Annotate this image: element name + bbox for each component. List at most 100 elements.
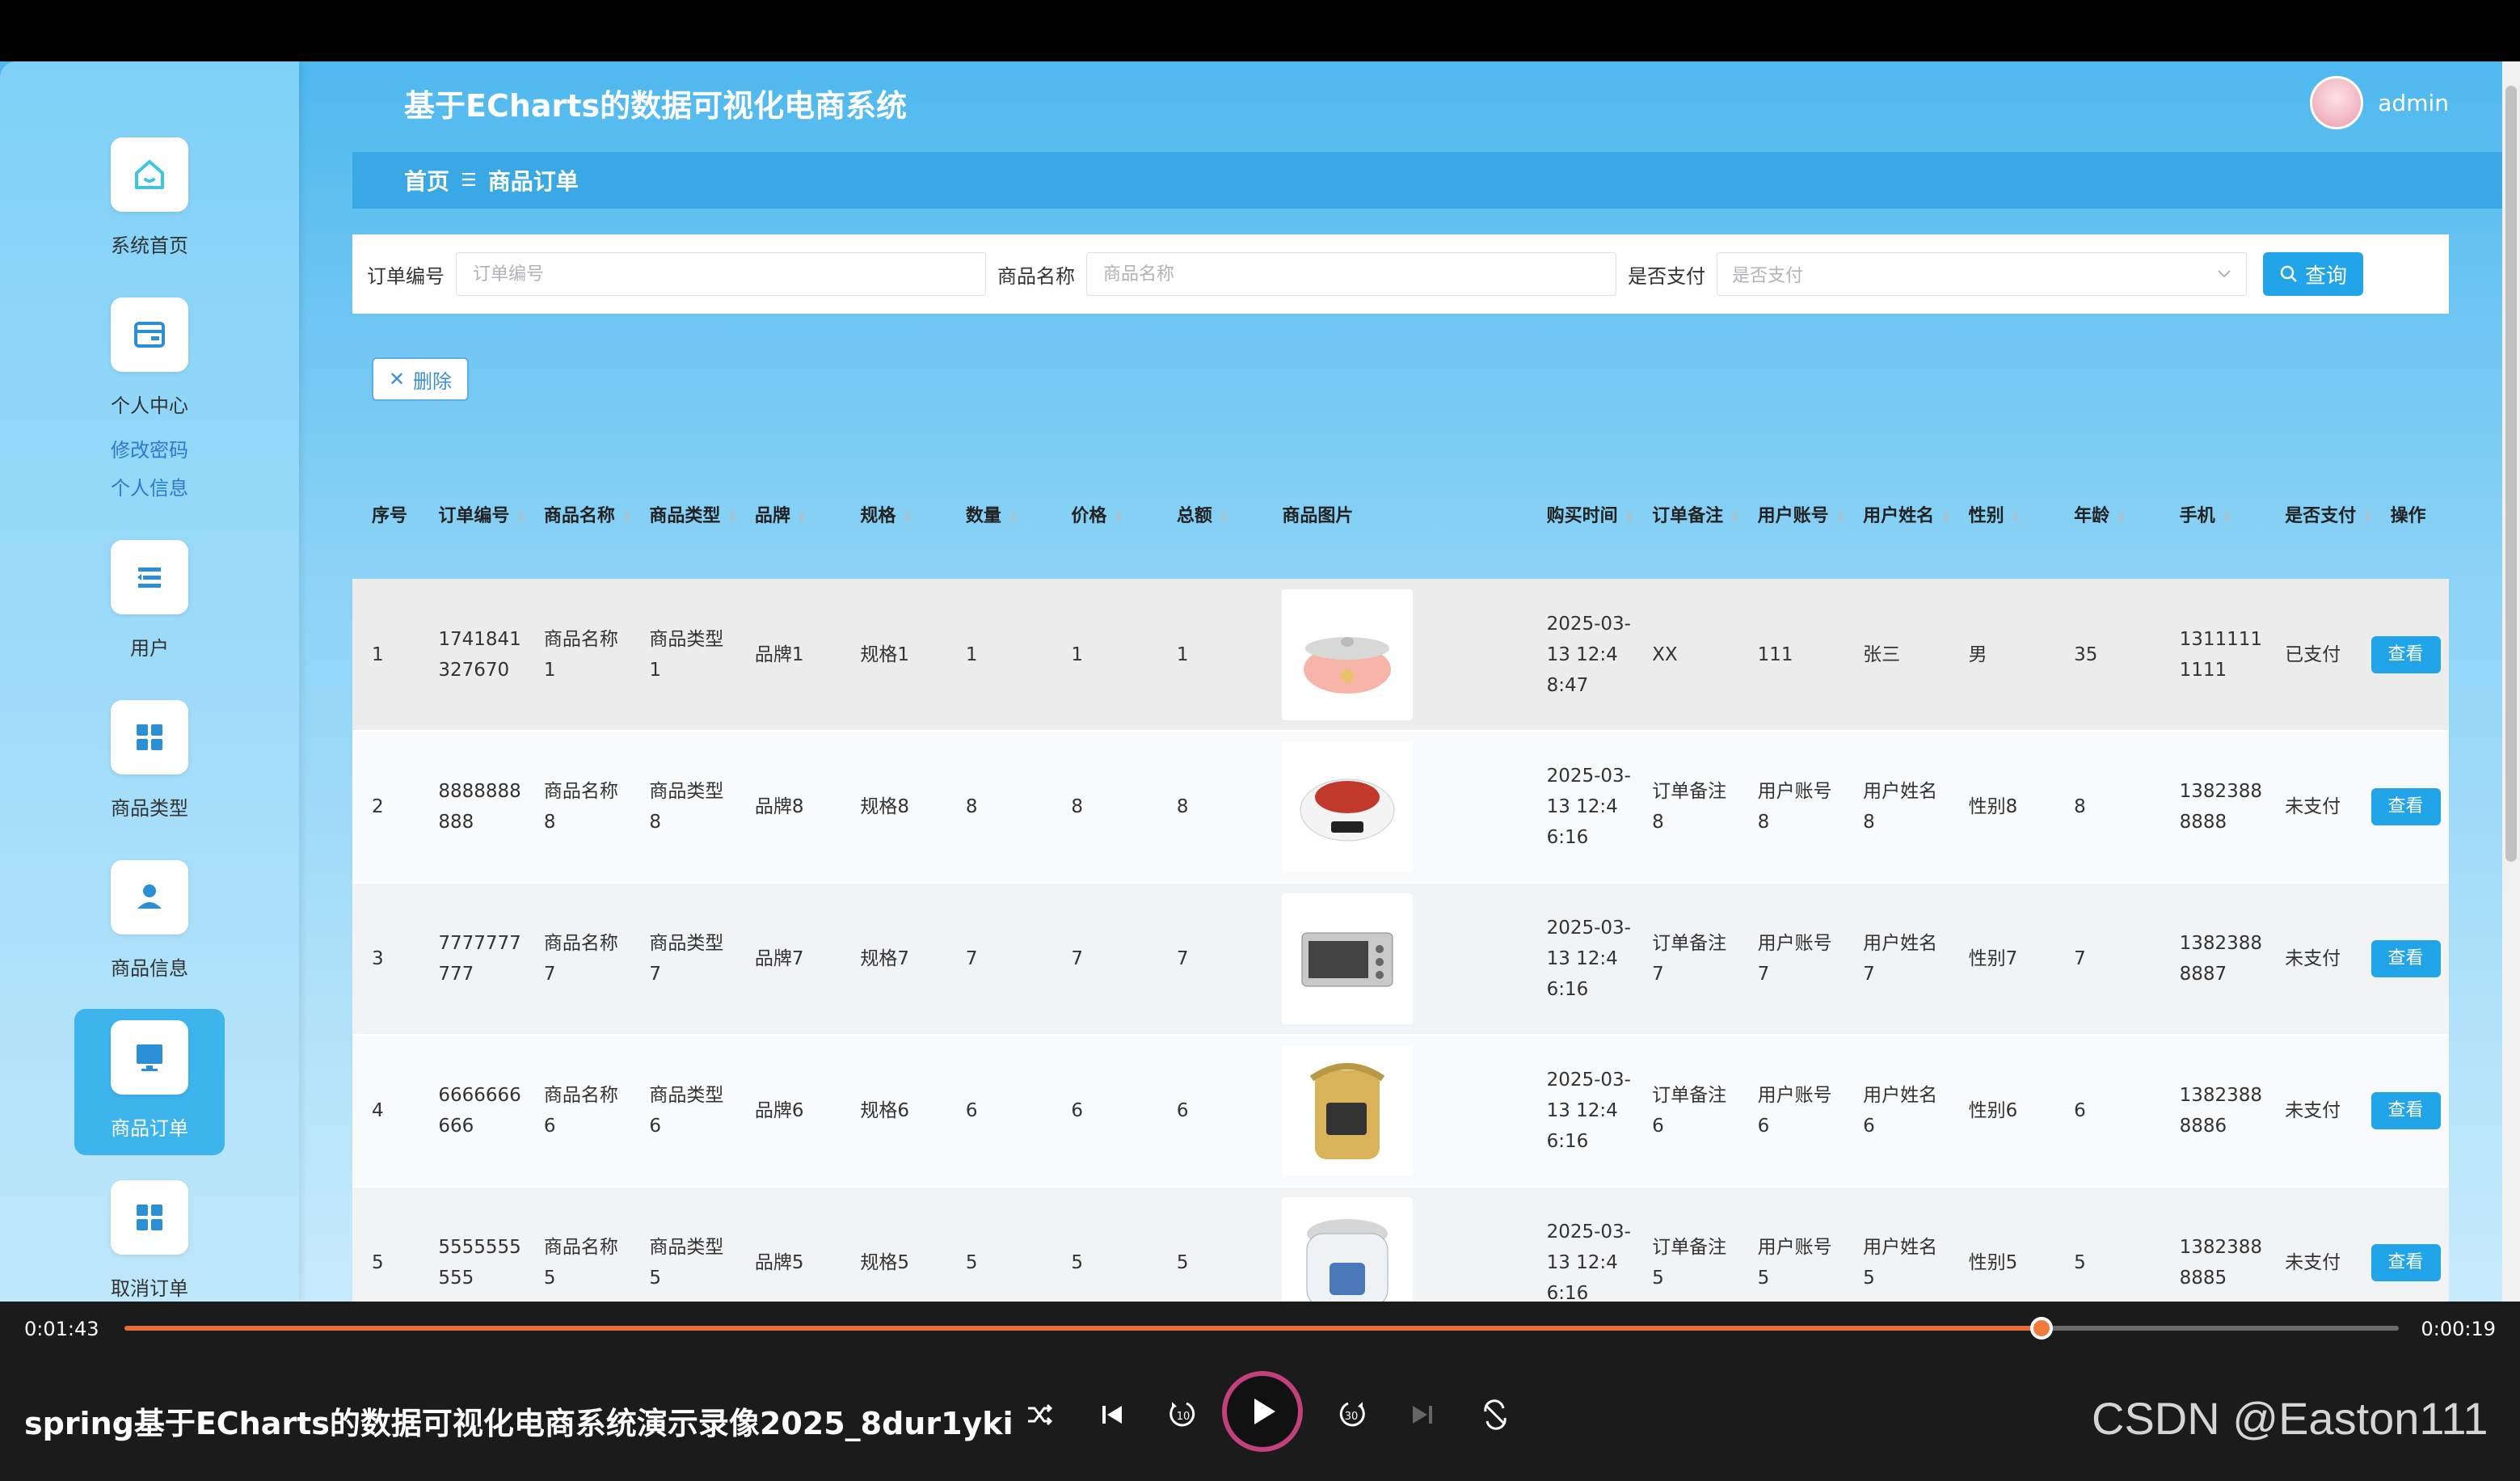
progress-handle[interactable] xyxy=(2030,1317,2054,1340)
sort-icon: ⇕ xyxy=(1218,509,1230,525)
sidebar-item-home[interactable]: 系统首页 xyxy=(74,137,225,258)
cell-text: 用户账号6 xyxy=(1757,1085,1832,1137)
column-header[interactable]: 商品名称 ⇕ xyxy=(525,449,633,579)
table-row[interactable]: 1 1741841327670 商品名称1 商品类型1 品牌1 规格1 1 1 1 2025-03… xyxy=(352,579,2449,731)
column-header[interactable]: 年龄 ⇕ xyxy=(2054,449,2160,579)
search-button[interactable]: 查询 xyxy=(2263,252,2363,296)
progress-bar[interactable] xyxy=(124,1317,2399,1340)
svg-text:10: 10 xyxy=(1177,1411,1190,1423)
cell-text: 订单备注6 xyxy=(1652,1085,1727,1137)
column-header[interactable]: 手机 ⇕ xyxy=(2160,449,2266,579)
cell-phone: 13823888886 xyxy=(2160,1035,2266,1187)
cell-text: 商品名称5 xyxy=(543,1237,618,1289)
play-button[interactable] xyxy=(1222,1371,1303,1452)
cell-text: 13111111111 xyxy=(2179,628,2262,681)
cell-paid: 已支付 xyxy=(2265,579,2371,731)
table-row[interactable]: 5 5555555555 商品名称5 商品类型5 品牌5 规格5 5 5 5 2025-03-13… xyxy=(352,1187,2449,1302)
svg-text:30: 30 xyxy=(1345,1411,1359,1423)
table-row[interactable]: 3 7777777777 商品名称7 商品类型7 品牌7 规格7 7 7 7 2025-03-13… xyxy=(352,883,2449,1035)
cell-text: 8888888888 xyxy=(438,781,521,833)
cell-text: 品牌1 xyxy=(754,643,804,665)
home-icon xyxy=(111,137,188,212)
sidebar-item-label: 商品信息 xyxy=(111,957,188,980)
table-row[interactable]: 2 8888888888 商品名称8 商品类型8 品牌8 规格8 8 8 8 2025-03-13… xyxy=(352,731,2449,883)
cell-account: 111 xyxy=(1738,579,1844,731)
column-header[interactable]: 总额 ⇕ xyxy=(1157,449,1263,579)
cell-text: 品牌8 xyxy=(754,796,804,817)
forward-30-icon[interactable]: 30 xyxy=(1327,1390,1376,1439)
paid-select[interactable]: 是否支付 xyxy=(1717,252,2247,296)
cell-text: 1 xyxy=(1071,643,1083,665)
cell-text: 规格8 xyxy=(860,796,909,817)
scrollbar-thumb[interactable] xyxy=(2505,86,2517,862)
avatar[interactable] xyxy=(2310,76,2364,129)
cell-price: 7 xyxy=(1051,883,1157,1035)
cell-qty: 6 xyxy=(946,1035,1052,1187)
user-menu[interactable]: admin xyxy=(2310,76,2449,129)
column-header[interactable]: 商品类型 ⇕ xyxy=(630,449,737,579)
next-icon[interactable] xyxy=(1398,1390,1447,1439)
product-image[interactable] xyxy=(1282,1045,1414,1176)
cell-price: 6 xyxy=(1051,1035,1157,1187)
column-header[interactable]: 用户姓名 ⇕ xyxy=(1844,449,1952,579)
product-image[interactable] xyxy=(1282,893,1414,1024)
product-image[interactable] xyxy=(1282,741,1414,872)
delete-button[interactable]: ✕ 删除 xyxy=(372,357,469,401)
person-icon xyxy=(111,860,188,935)
view-button[interactable]: 查看 xyxy=(2370,635,2441,673)
cell-user: 张三 xyxy=(1844,579,1949,731)
cell-text: 2025-03-13 12:46:16 xyxy=(1546,1070,1631,1152)
cell-type: 商品类型1 xyxy=(630,579,735,731)
cell-text: 111 xyxy=(1757,643,1793,665)
sort-icon: ⇕ xyxy=(621,509,633,525)
repeat-off-icon[interactable] xyxy=(1471,1390,1519,1439)
column-header[interactable]: 性别 ⇕ xyxy=(1949,449,2055,579)
cell-text: 规格1 xyxy=(860,643,909,665)
sidebar-subitem-personal-info[interactable]: 个人信息 xyxy=(74,472,225,500)
cell-text: 性别7 xyxy=(1968,948,2018,969)
column-header[interactable]: 规格 ⇕ xyxy=(841,449,946,579)
view-button[interactable]: 查看 xyxy=(2370,940,2441,977)
product-image[interactable] xyxy=(1282,589,1414,720)
column-header[interactable]: 订单备注 ⇕ xyxy=(1633,449,1740,579)
sidebar-item-cancel-orders[interactable]: 取消订单 xyxy=(74,1180,225,1301)
column-header[interactable]: 数量 ⇕ xyxy=(946,449,1052,579)
column-header[interactable]: 购买时间 ⇕ xyxy=(1528,449,1635,579)
cell-note: 订单备注7 xyxy=(1633,883,1738,1035)
cell-phone: 13823888885 xyxy=(2160,1187,2266,1302)
sidebar-item-product-orders[interactable]: 商品订单 xyxy=(74,1009,225,1155)
sort-icon: ⇕ xyxy=(1941,509,1952,525)
column-header[interactable]: 价格 ⇕ xyxy=(1051,449,1157,579)
column-header[interactable]: 订单编号 ⇕ xyxy=(419,449,526,579)
breadcrumb-home[interactable]: 首页 xyxy=(404,164,449,196)
sidebar-item-personal[interactable]: 个人中心 修改密码 个人信息 xyxy=(74,297,225,500)
cell-text: 6 xyxy=(1176,1100,1189,1121)
sidebar-item-users[interactable]: 用户 xyxy=(74,540,225,660)
sidebar-subitem-change-password[interactable]: 修改密码 xyxy=(74,434,225,462)
view-button[interactable]: 查看 xyxy=(2370,1092,2441,1129)
product-name-input[interactable] xyxy=(1086,252,1616,296)
cell-account: 用户账号5 xyxy=(1738,1187,1844,1302)
cell-time: 2025-03-13 12:48:47 xyxy=(1528,579,1633,731)
cell-age: 5 xyxy=(2054,1187,2160,1302)
column-header[interactable]: 品牌 ⇕ xyxy=(735,449,841,579)
order-no-input[interactable] xyxy=(456,252,986,296)
column-header[interactable]: 是否支付 ⇕ xyxy=(2265,449,2373,579)
column-header[interactable]: 用户账号 ⇕ xyxy=(1738,449,1846,579)
view-button[interactable]: 查看 xyxy=(2370,1244,2441,1281)
cell-note: 订单备注5 xyxy=(1633,1187,1738,1302)
view-button[interactable]: 查看 xyxy=(2370,788,2441,825)
rewind-10-icon[interactable]: 10 xyxy=(1159,1390,1207,1439)
sidebar-item-product-types[interactable]: 商品类型 xyxy=(74,700,225,821)
breadcrumb: 首页 ☰ 商品订单 xyxy=(352,152,2505,209)
sidebar-item-product-info[interactable]: 商品信息 xyxy=(74,860,225,981)
product-image[interactable] xyxy=(1282,1197,1414,1302)
cell-text: 规格5 xyxy=(860,1252,909,1273)
cell-text: 13823888887 xyxy=(2179,933,2262,985)
shuffle-icon[interactable] xyxy=(1015,1390,1064,1439)
page-title: 基于ECharts的数据可视化电商系统 xyxy=(404,88,908,124)
previous-icon[interactable] xyxy=(1088,1390,1136,1439)
table-row[interactable]: 4 6666666666 商品名称6 商品类型6 品牌6 规格6 6 6 6 2025-03-13… xyxy=(352,1035,2449,1187)
orders-table: 序号 订单编号 ⇕ 商品名称 ⇕ 商品类型 ⇕ 品牌 ⇕ 规格 ⇕ 数量 ⇕ 价格 ⇕ 总额 ⇕… xyxy=(352,449,2449,1302)
vertical-scrollbar[interactable] xyxy=(2502,61,2520,1302)
